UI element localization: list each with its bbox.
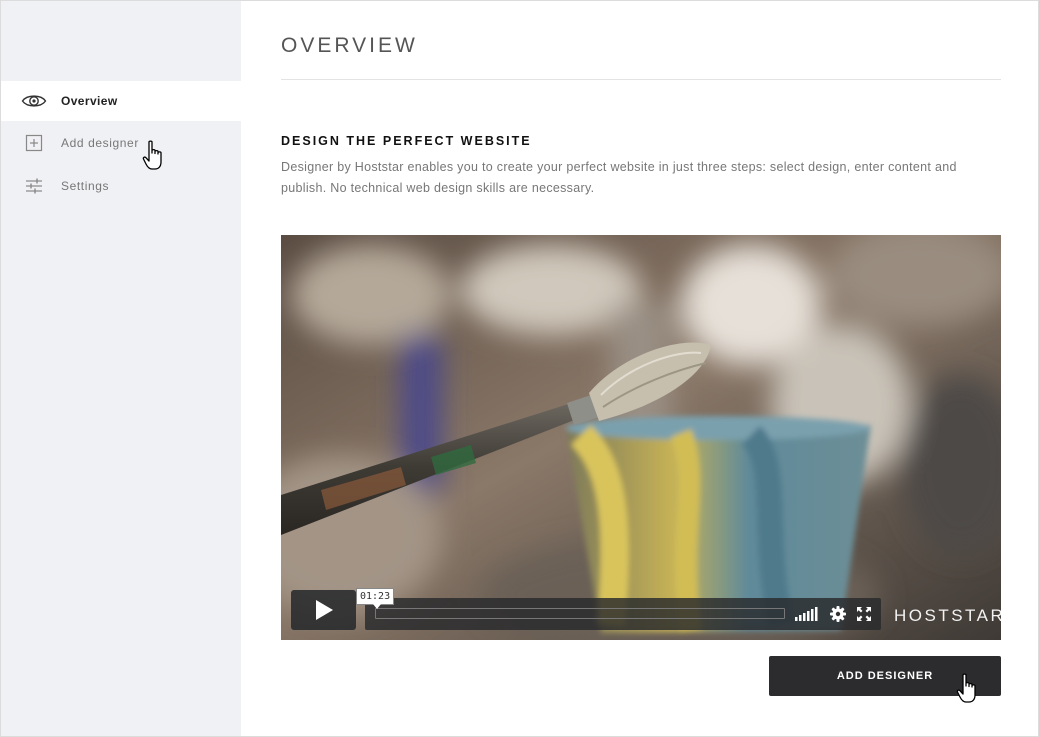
time-tooltip: 01:23 [356, 588, 395, 609]
hoststar-logo: HOSTSTAR [894, 606, 1001, 625]
sidebar-item-label: Settings [61, 179, 110, 193]
video-player[interactable]: 01:23 HOSTSTAR [281, 235, 1001, 640]
hand-cursor-icon [142, 140, 162, 170]
play-icon [315, 600, 333, 620]
sidebar-item-add-designer[interactable]: Add designer [1, 123, 241, 163]
hand-cursor-icon [956, 673, 976, 703]
play-button[interactable] [291, 590, 356, 630]
sidebar-item-overview[interactable]: Overview [1, 81, 241, 121]
sidebar-item-label: Overview [61, 94, 118, 108]
sidebar-item-label: Add designer [61, 136, 139, 150]
progress-bar[interactable] [375, 608, 785, 619]
gear-icon[interactable] [830, 606, 846, 622]
volume-icon[interactable] [795, 607, 819, 621]
eye-icon [21, 91, 47, 111]
sidebar-item-settings[interactable]: Settings [1, 166, 241, 206]
fullscreen-icon[interactable] [857, 607, 871, 621]
video-frame-image [281, 235, 1001, 640]
sliders-icon [21, 176, 47, 196]
page-title: OVERVIEW [281, 34, 418, 57]
section-heading: DESIGN THE PERFECT WEBSITE [281, 134, 532, 148]
video-control-bar [365, 598, 881, 630]
divider [281, 79, 1001, 80]
section-description: Designer by Hoststar enables you to crea… [281, 160, 957, 195]
plus-square-icon [21, 133, 47, 153]
sidebar: Overview Add designer Settings [1, 1, 241, 736]
